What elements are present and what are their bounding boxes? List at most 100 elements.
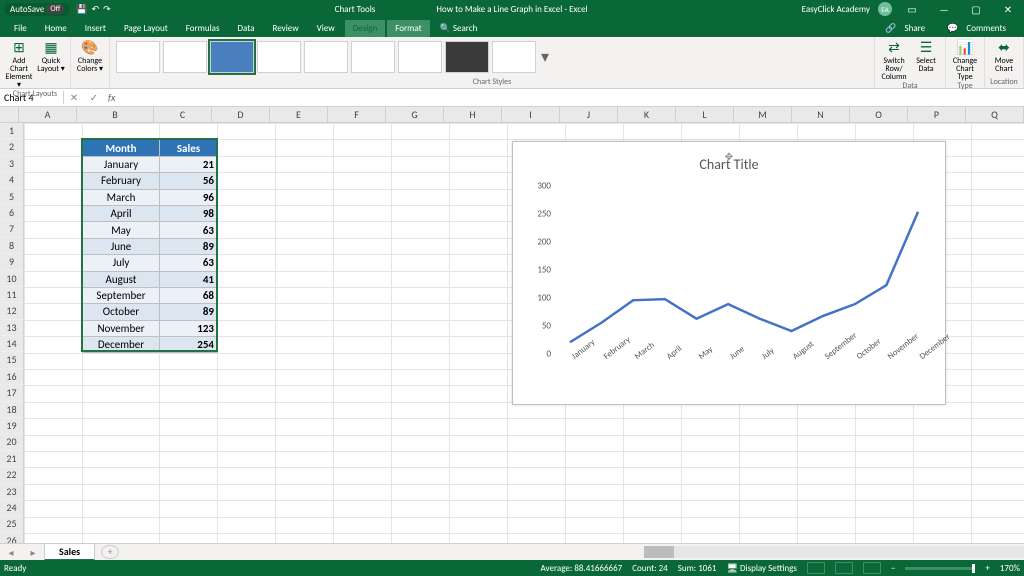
row-22[interactable]: 22 bbox=[0, 467, 24, 483]
row-15[interactable]: 15 bbox=[0, 352, 24, 368]
chart-style-3[interactable] bbox=[210, 41, 254, 73]
row-25[interactable]: 25 bbox=[0, 516, 24, 532]
minimize-icon[interactable]: — bbox=[932, 3, 956, 16]
switch-row-column-button[interactable]: ⇄Switch Row/ Column bbox=[879, 39, 909, 81]
sheet-nav-first-icon[interactable]: ◂ bbox=[8, 546, 13, 559]
chart-move-handle-icon[interactable]: ✥ bbox=[725, 150, 733, 163]
col-F[interactable]: F bbox=[328, 107, 386, 122]
row-7[interactable]: 7 bbox=[0, 221, 24, 237]
row-13[interactable]: 13 bbox=[0, 320, 24, 336]
chart-styles-gallery[interactable]: ▾ bbox=[114, 39, 870, 75]
row-9[interactable]: 9 bbox=[0, 254, 24, 270]
row-8[interactable]: 8 bbox=[0, 238, 24, 254]
zoom-in-button[interactable]: + bbox=[985, 563, 989, 574]
row-11[interactable]: 11 bbox=[0, 287, 24, 303]
table-row[interactable]: October89 bbox=[83, 304, 218, 320]
name-box[interactable]: Chart 4 bbox=[0, 91, 64, 104]
tab-review[interactable]: Review bbox=[264, 20, 306, 37]
tab-design[interactable]: Design bbox=[345, 20, 386, 37]
table-row[interactable]: February56 bbox=[83, 173, 218, 189]
row-3[interactable]: 3 bbox=[0, 156, 24, 172]
col-N[interactable]: N bbox=[792, 107, 850, 122]
undo-icon[interactable]: ↶ bbox=[92, 4, 100, 15]
col-M[interactable]: M bbox=[734, 107, 792, 122]
tab-page-layout[interactable]: Page Layout bbox=[116, 20, 176, 37]
tab-home[interactable]: Home bbox=[37, 20, 75, 37]
share-button[interactable]: 🔗 Share bbox=[879, 20, 937, 37]
page-layout-view-button[interactable] bbox=[835, 562, 853, 574]
chart-style-8[interactable] bbox=[445, 41, 489, 73]
col-O[interactable]: O bbox=[850, 107, 908, 122]
chart-style-9[interactable] bbox=[492, 41, 536, 73]
tab-search[interactable]: 🔍 Search bbox=[432, 20, 486, 37]
maximize-icon[interactable]: ▢ bbox=[964, 3, 988, 16]
zoom-slider[interactable] bbox=[905, 567, 975, 570]
col-J[interactable]: J bbox=[560, 107, 618, 122]
enter-formula-icon[interactable]: ✓ bbox=[90, 91, 98, 104]
row-16[interactable]: 16 bbox=[0, 369, 24, 385]
row-17[interactable]: 17 bbox=[0, 385, 24, 401]
table-row[interactable]: January21 bbox=[83, 156, 218, 172]
row-21[interactable]: 21 bbox=[0, 451, 24, 467]
select-data-button[interactable]: ☰Select Data bbox=[911, 39, 941, 81]
col-E[interactable]: E bbox=[270, 107, 328, 122]
change-colors-button[interactable]: 🎨Change Colors ▾ bbox=[75, 39, 105, 73]
row-18[interactable]: 18 bbox=[0, 402, 24, 418]
chart-style-5[interactable] bbox=[304, 41, 348, 73]
table-row[interactable]: September68 bbox=[83, 287, 218, 303]
row-26[interactable]: 26 bbox=[0, 533, 24, 543]
table-row[interactable]: August41 bbox=[83, 271, 218, 287]
table-row[interactable]: December254 bbox=[83, 337, 218, 353]
embedded-chart[interactable]: ✥ Chart Title 050100150200250300 January… bbox=[512, 141, 946, 405]
account-avatar[interactable]: EA bbox=[878, 2, 892, 16]
row-24[interactable]: 24 bbox=[0, 500, 24, 516]
close-icon[interactable]: ✕ bbox=[996, 3, 1020, 16]
zoom-level[interactable]: 170% bbox=[1000, 563, 1020, 574]
tab-data[interactable]: Data bbox=[229, 20, 262, 37]
row-5[interactable]: 5 bbox=[0, 189, 24, 205]
row-2[interactable]: 2 bbox=[0, 139, 24, 155]
row-6[interactable]: 6 bbox=[0, 205, 24, 221]
tab-file[interactable]: File bbox=[6, 20, 35, 37]
horizontal-scrollbar[interactable] bbox=[644, 546, 1024, 558]
table-row[interactable]: March96 bbox=[83, 189, 218, 205]
fx-label[interactable]: fx bbox=[104, 91, 119, 104]
change-chart-type-button[interactable]: 📊Change Chart Type bbox=[950, 39, 980, 81]
chart-style-4[interactable] bbox=[257, 41, 301, 73]
row-19[interactable]: 19 bbox=[0, 418, 24, 434]
col-G[interactable]: G bbox=[386, 107, 444, 122]
normal-view-button[interactable] bbox=[807, 562, 825, 574]
col-I[interactable]: I bbox=[502, 107, 560, 122]
display-settings-button[interactable]: 🖥 Display Settings bbox=[727, 563, 797, 574]
tab-view[interactable]: View bbox=[309, 20, 343, 37]
zoom-out-button[interactable]: − bbox=[891, 563, 895, 574]
cancel-formula-icon[interactable]: ✕ bbox=[70, 91, 78, 104]
chart-plot-area[interactable]: 050100150200250300 bbox=[555, 186, 933, 354]
comments-button[interactable]: 💬 Comments bbox=[941, 20, 1018, 37]
row-20[interactable]: 20 bbox=[0, 434, 24, 450]
table-row[interactable]: May63 bbox=[83, 222, 218, 238]
select-all-corner[interactable] bbox=[0, 107, 19, 122]
page-break-view-button[interactable] bbox=[863, 562, 881, 574]
new-sheet-button[interactable]: + bbox=[101, 545, 119, 559]
worksheet-grid[interactable]: 1234567891011121314151617181920212223242… bbox=[0, 123, 1024, 543]
tab-formulas[interactable]: Formulas bbox=[178, 20, 228, 37]
autosave-toggle[interactable]: AutoSave Off bbox=[4, 3, 70, 16]
add-chart-element-button[interactable]: ⊞Add Chart Element ▾ bbox=[4, 39, 34, 89]
tab-format[interactable]: Format bbox=[387, 20, 429, 37]
col-K[interactable]: K bbox=[618, 107, 676, 122]
row-14[interactable]: 14 bbox=[0, 336, 24, 352]
row-10[interactable]: 10 bbox=[0, 271, 24, 287]
chart-style-7[interactable] bbox=[398, 41, 442, 73]
ribbon-display-options-icon[interactable]: ▭ bbox=[900, 3, 924, 16]
col-P[interactable]: P bbox=[908, 107, 966, 122]
col-L[interactable]: L bbox=[676, 107, 734, 122]
table-header-sales[interactable]: Sales bbox=[160, 140, 218, 156]
sheet-tab-sales[interactable]: Sales bbox=[44, 543, 95, 561]
table-header-month[interactable]: Month bbox=[83, 140, 160, 156]
table-row[interactable]: April98 bbox=[83, 205, 218, 221]
tab-insert[interactable]: Insert bbox=[77, 20, 114, 37]
col-B[interactable]: B bbox=[77, 107, 154, 122]
redo-icon[interactable]: ↷ bbox=[103, 4, 111, 15]
col-C[interactable]: C bbox=[154, 107, 212, 122]
